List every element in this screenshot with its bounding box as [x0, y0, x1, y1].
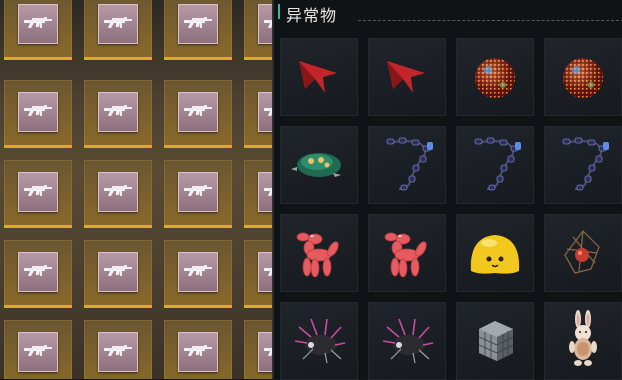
weapon-slot[interactable]: [164, 0, 232, 60]
weapon-card: [258, 172, 272, 212]
anomaly-item-slot[interactable]: [456, 38, 534, 116]
anomaly-item-slot[interactable]: [368, 214, 446, 292]
weapon-slot[interactable]: [164, 320, 232, 379]
weapon-slot[interactable]: [4, 160, 72, 228]
weapon-slot[interactable]: [164, 160, 232, 228]
anomaly-item-slot[interactable]: [456, 302, 534, 380]
anomaly-item-slot[interactable]: [280, 214, 358, 292]
anomaly-item-slot[interactable]: [368, 38, 446, 116]
rarity-bar: [4, 305, 72, 308]
weapon-slot[interactable]: [244, 160, 272, 228]
weapon-slot[interactable]: [244, 0, 272, 60]
rarity-bar: [164, 225, 232, 228]
anomaly-item-slot[interactable]: [544, 302, 622, 380]
rarity-bar: [84, 145, 152, 148]
rarity-bar: [164, 305, 232, 308]
rarity-bar: [84, 57, 152, 60]
rarity-bar: [244, 57, 272, 60]
anomaly-item-slot[interactable]: [280, 126, 358, 204]
weapon-card: [98, 332, 138, 372]
anomaly-item-slot[interactable]: [368, 126, 446, 204]
weapon-card: [98, 4, 138, 44]
anomaly-panel: 异常物: [272, 0, 622, 380]
weapon-card: [18, 92, 58, 132]
weapon-card: [178, 92, 218, 132]
weapon-card: [18, 252, 58, 292]
weapon-card: [258, 92, 272, 132]
weapon-card: [258, 4, 272, 44]
weapon-slot[interactable]: [84, 160, 152, 228]
rarity-bar: [4, 145, 72, 148]
rarity-bar: [84, 305, 152, 308]
weapon-card: [18, 4, 58, 44]
weapon-slot[interactable]: [84, 320, 152, 379]
anomaly-item-slot[interactable]: [456, 214, 534, 292]
weapon-card: [98, 252, 138, 292]
weapon-slot[interactable]: [4, 0, 72, 60]
anomaly-item-slot[interactable]: [280, 38, 358, 116]
rarity-bar: [244, 305, 272, 308]
anomaly-item-slot[interactable]: [456, 126, 534, 204]
anomaly-item-slot[interactable]: [280, 302, 358, 380]
panel-header: 异常物: [274, 0, 622, 25]
weapon-card: [18, 332, 58, 372]
weapon-card: [258, 332, 272, 372]
weapon-card: [178, 4, 218, 44]
weapon-slot[interactable]: [244, 80, 272, 148]
rarity-bar: [164, 57, 232, 60]
weapon-slot[interactable]: [4, 320, 72, 379]
weapon-slot[interactable]: [4, 80, 72, 148]
weapon-card: [258, 252, 272, 292]
weapon-slot[interactable]: [164, 80, 232, 148]
anomaly-item-slot[interactable]: [544, 214, 622, 292]
weapon-card: [98, 172, 138, 212]
header-divider: [358, 20, 622, 21]
weapon-slot[interactable]: [84, 80, 152, 148]
rarity-bar: [4, 57, 72, 60]
weapon-slot[interactable]: [164, 240, 232, 308]
weapon-slot[interactable]: [244, 240, 272, 308]
header-accent: [278, 4, 280, 19]
weapon-slot[interactable]: [84, 0, 152, 60]
weapon-grid: [0, 0, 272, 379]
rarity-bar: [244, 145, 272, 148]
rarity-bar: [4, 225, 72, 228]
anomaly-item-slot[interactable]: [544, 126, 622, 204]
rarity-bar: [84, 225, 152, 228]
weapon-card: [98, 92, 138, 132]
weapon-slot[interactable]: [84, 240, 152, 308]
weapon-slot[interactable]: [4, 240, 72, 308]
weapon-card: [178, 172, 218, 212]
weapon-slot[interactable]: [244, 320, 272, 379]
weapon-card: [178, 332, 218, 372]
weapon-card: [18, 172, 58, 212]
rarity-bar: [244, 225, 272, 228]
anomaly-item-slot[interactable]: [544, 38, 622, 116]
rarity-bar: [164, 145, 232, 148]
anomaly-item-slot[interactable]: [368, 302, 446, 380]
weapon-card: [178, 252, 218, 292]
panel-title: 异常物: [286, 8, 338, 25]
